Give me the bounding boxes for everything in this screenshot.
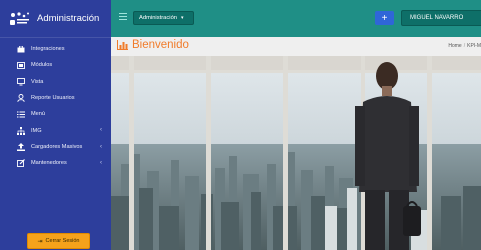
user-name: MIGUEL NAVARRO xyxy=(410,15,464,21)
page-title: Bienvenido xyxy=(117,39,189,51)
modules-icon xyxy=(17,61,25,69)
chevron-left-icon: ‹ xyxy=(100,143,102,150)
menu-toggle-icon[interactable] xyxy=(119,13,127,21)
caret-down-icon: ▾ xyxy=(181,15,184,21)
logout-label: Cerrar Sesión xyxy=(45,238,80,244)
user-icon xyxy=(17,94,25,102)
module-dropdown[interactable]: Administración ▾ xyxy=(133,11,194,25)
sidebar-item-integraciones[interactable]: Integraciones xyxy=(0,41,111,57)
welcome-hero-image xyxy=(111,56,481,250)
sidebar-item-label: IMG xyxy=(31,127,42,134)
user-menu-button[interactable]: MIGUEL NAVARRO xyxy=(401,10,481,26)
sidebar-item-menu[interactable]: Menú xyxy=(0,106,111,122)
sidebar-item-label: Integraciones xyxy=(31,46,65,53)
plus-icon: + xyxy=(381,12,388,24)
sidebar-item-modulos[interactable]: Módulos xyxy=(0,57,111,73)
module-dropdown-label: Administración xyxy=(139,15,178,21)
app-title: Administración xyxy=(37,13,100,24)
edit-icon xyxy=(17,159,25,168)
bar-chart-icon xyxy=(117,40,128,50)
chevron-left-icon: ‹ xyxy=(100,160,102,167)
sidebar-item-label: Reporte Usuarios xyxy=(31,95,75,102)
sidebar-item-vista[interactable]: Vista xyxy=(0,74,111,90)
sidebar-item-label: Cargadores Masivos xyxy=(31,143,83,150)
list-icon xyxy=(17,110,25,118)
sidebar-item-cargadores-masivos[interactable]: Cargadores Masivos ‹ xyxy=(0,139,111,155)
sitemap-icon xyxy=(17,126,25,135)
logo-icon xyxy=(9,11,31,27)
chevron-left-icon: ‹ xyxy=(100,127,102,134)
breadcrumb: Home / KPI-M xyxy=(448,43,481,49)
page-header: Bienvenido Home / KPI-M xyxy=(111,37,481,56)
monitor-icon xyxy=(17,77,25,86)
sidebar-item-img[interactable]: IMG ‹ xyxy=(0,122,111,138)
breadcrumb-current: KPI-M xyxy=(467,43,481,49)
breadcrumb-home[interactable]: Home xyxy=(448,43,461,49)
add-button[interactable]: + xyxy=(375,11,394,25)
sidebar-menu: Integraciones Módulos Vista Reporte Usua… xyxy=(0,41,111,171)
sidebar-item-mantenedores[interactable]: Mantenedores ‹ xyxy=(0,155,111,171)
sidebar: Administración Integraciones Módulos Vis… xyxy=(0,0,111,250)
sidebar-item-label: Menú xyxy=(31,111,45,118)
top-navbar: Administración ▾ + MIGUEL NAVARRO xyxy=(111,0,481,37)
sign-out-icon: ⇥ xyxy=(37,238,43,245)
page-title-text: Bienvenido xyxy=(132,39,189,51)
briefcase-icon xyxy=(17,45,25,53)
brand[interactable]: Administración xyxy=(0,0,111,38)
sidebar-item-label: Mantenedores xyxy=(31,160,67,167)
sidebar-item-reporte-usuarios[interactable]: Reporte Usuarios xyxy=(0,90,111,106)
logout-button[interactable]: ⇥ Cerrar Sesión xyxy=(27,233,90,249)
sidebar-item-label: Vista xyxy=(31,78,44,85)
upload-icon xyxy=(17,142,25,151)
sidebar-item-label: Módulos xyxy=(31,62,53,69)
